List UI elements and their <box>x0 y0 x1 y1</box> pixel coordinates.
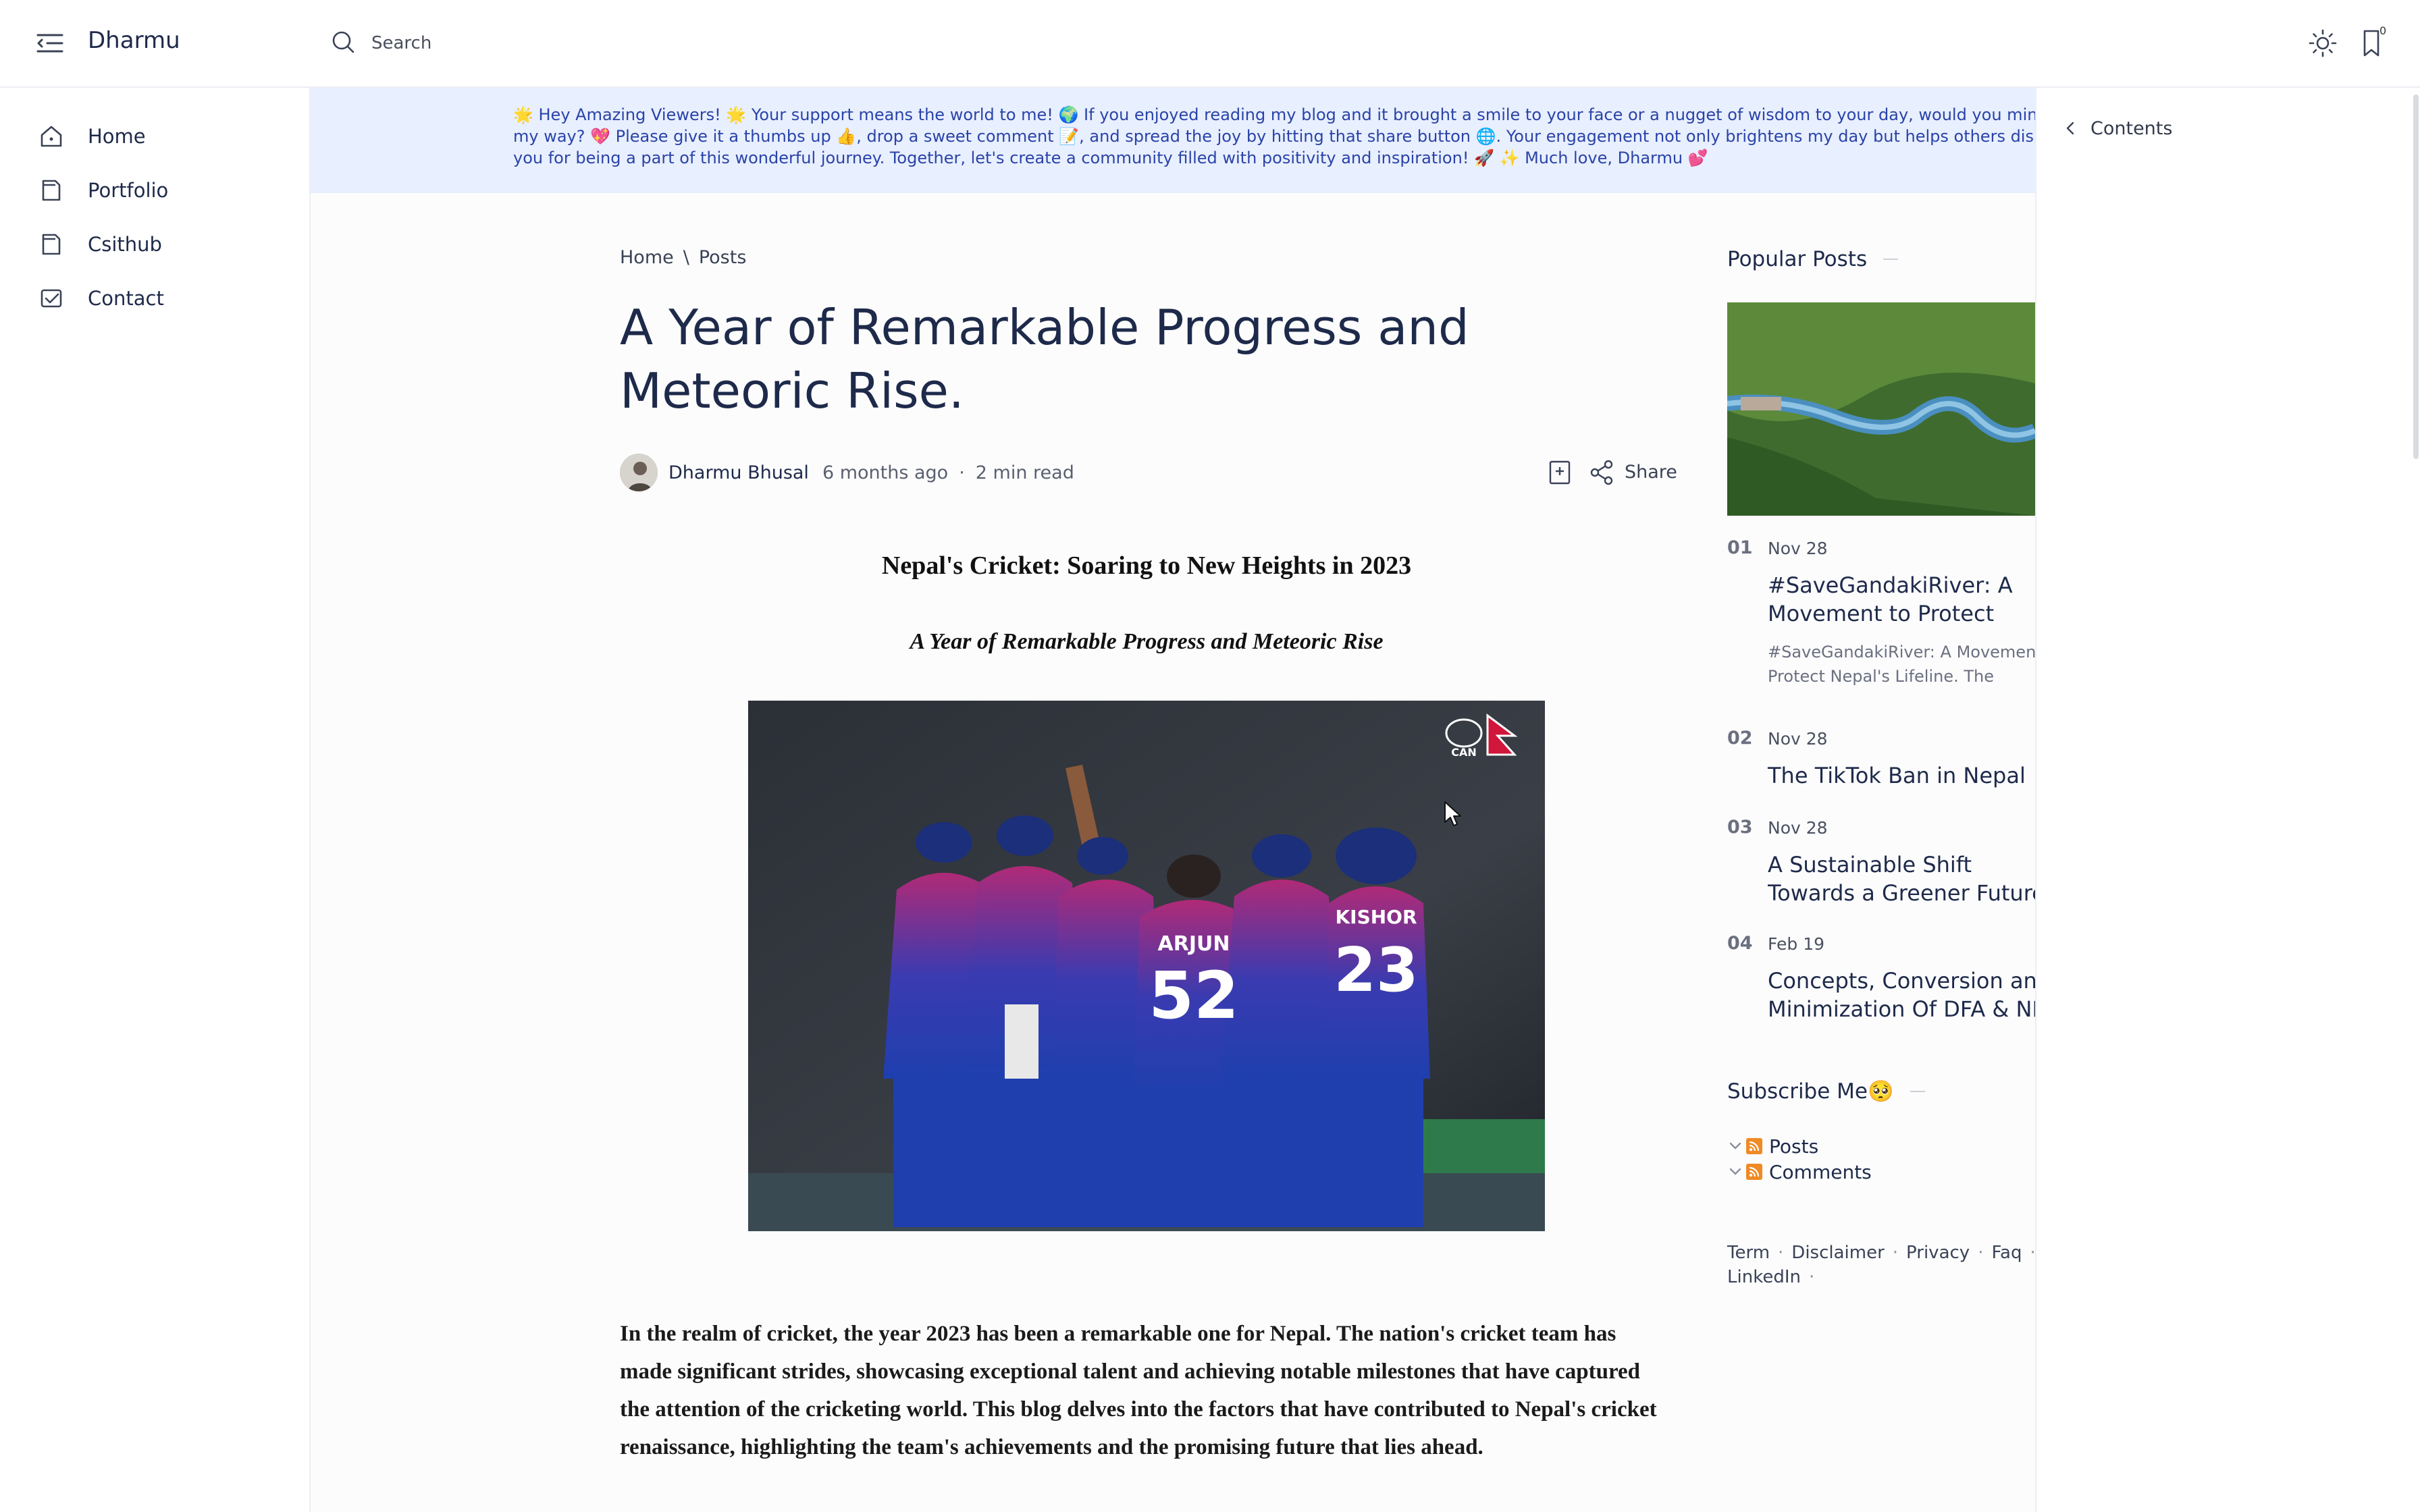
jersey-number-23: 23 <box>1334 935 1418 1006</box>
popular-post-item[interactable]: 01 Nov 28 #SaveGandakiRiver: A Movement … <box>1727 537 2035 706</box>
chevron-down-icon <box>1729 1168 1741 1175</box>
post-title-link[interactable]: Concepts, Conversion and Minimization Of… <box>1768 967 2035 1027</box>
theme-toggle-sun-icon[interactable] <box>2308 28 2338 58</box>
contact-icon <box>41 289 62 308</box>
mouse-cursor-icon <box>1444 801 1463 828</box>
subscribe-heading: Subscribe Me🥺 <box>1727 1079 1925 1104</box>
content-subheading: A Year of Remarkable Progress and Meteor… <box>910 629 1384 654</box>
sidebar-item-contact[interactable]: Contact <box>38 278 294 319</box>
footer-link-privacy[interactable]: Privacy <box>1906 1243 1970 1263</box>
top-bar <box>0 0 2420 88</box>
chevron-down-icon <box>1729 1142 1741 1150</box>
popular-post-item[interactable]: 04 Feb 19 Concepts, Conversion and Minim… <box>1727 933 2035 1027</box>
bookmark-count-badge: 0 <box>2379 24 2387 37</box>
feed-label: Posts <box>1769 1135 1819 1158</box>
heading-divider <box>1910 1090 1925 1092</box>
post-rank: 04 <box>1727 933 1753 954</box>
jersey-number-52: 52 <box>1149 958 1239 1033</box>
post-rank: 02 <box>1727 728 1753 749</box>
breadcrumb-posts[interactable]: Posts <box>699 247 747 268</box>
csithub-icon <box>42 234 61 255</box>
jersey-name-arjun: ARJUN <box>1158 932 1230 956</box>
content-heading: Nepal's Cricket: Soaring to New Heights … <box>881 551 1412 580</box>
share-icon[interactable] <box>1588 458 1615 487</box>
chevron-left-icon <box>2066 122 2074 135</box>
portfolio-icon <box>42 180 61 201</box>
author-avatar[interactable] <box>620 454 658 491</box>
post-date: Nov 28 <box>1768 818 1828 838</box>
breadcrumb-separator: \ <box>683 247 689 268</box>
post-title-link[interactable]: The TikTok Ban in Nepal <box>1768 761 2035 790</box>
sidebar-item-home[interactable]: Home <box>38 116 294 157</box>
contents-panel <box>2035 88 2420 1512</box>
intro-paragraph: In the realm of cricket, the year 2023 h… <box>620 1322 1657 1459</box>
popular-posts-heading: Popular Posts <box>1727 247 1899 271</box>
contents-label: Contents <box>2090 117 2173 139</box>
banner-text: 🌟 Hey Amazing Viewers! 🌟 Your support me… <box>513 105 2035 167</box>
popular-posts-title: Popular Posts <box>1727 247 1868 271</box>
save-bookmark-icon[interactable] <box>1546 459 1573 486</box>
footer-links: Term · Disclaimer · Privacy · Faq · LinkedIn · <box>1727 1241 2036 1289</box>
breadcrumb-home[interactable]: Home <box>620 247 674 268</box>
post-date: Feb 19 <box>1768 934 1825 954</box>
breadcrumb: Home \ Posts <box>620 247 746 268</box>
menu-icon[interactable] <box>35 30 65 57</box>
post-rank: 03 <box>1727 817 1753 838</box>
footer-separator: · <box>2030 1243 2036 1263</box>
share-button[interactable]: Share <box>1625 462 1677 483</box>
popular-post-item[interactable]: 03 Nov 28 A Sustainable Shift Towards a … <box>1727 817 2035 911</box>
post-title-link[interactable]: #SaveGandakiRiver: A Movement to Protect… <box>1768 571 2035 632</box>
footer-link-term[interactable]: Term <box>1727 1243 1770 1263</box>
sidebar-item-label: Home <box>88 125 146 148</box>
post-meta: Dharmu Bhusal 6 months ago · 2 min read <box>620 454 1074 491</box>
footer-separator: · <box>1892 1243 1899 1263</box>
contents-toggle[interactable]: Contents <box>2061 113 2172 143</box>
sidebar-item-label: Portfolio <box>88 179 169 202</box>
subscribe-title: Subscribe Me🥺 <box>1727 1079 1894 1104</box>
scrollbar-thumb[interactable] <box>2413 94 2419 459</box>
hero-image-cricket-team: ARJUN 52 KISHOR 23 CAN <box>748 701 1545 1231</box>
footer-separator: · <box>1808 1267 1815 1287</box>
announcement-banner: 🌟 Hey Amazing Viewers! 🌟 Your support me… <box>311 88 2035 193</box>
jersey-name-kishor: KISHOR <box>1335 906 1417 928</box>
feed-comments[interactable]: Comments <box>1727 1160 1872 1184</box>
read-time: 2 min read <box>975 462 1074 483</box>
author-name[interactable]: Dharmu Bhusal <box>668 462 809 483</box>
post-title: A Year of Remarkable Progress and Meteor… <box>620 299 1469 419</box>
search-icon[interactable] <box>330 28 357 55</box>
left-sidebar: Home Portfolio Csithub Contact <box>0 88 311 1512</box>
post-rank: 01 <box>1727 537 1753 558</box>
site-title[interactable]: Dharmu <box>88 27 180 54</box>
feed-label: Comments <box>1769 1160 1872 1183</box>
post-excerpt: #SaveGandakiRiver: A Movement to Protect… <box>1768 643 2035 686</box>
post-date: Nov 28 <box>1768 539 1828 558</box>
sidebar-item-portfolio[interactable]: Portfolio <box>38 170 294 211</box>
heading-divider <box>1883 259 1899 260</box>
rss-icon <box>1746 1138 1762 1154</box>
feed-posts[interactable]: Posts <box>1727 1134 1818 1158</box>
home-icon <box>41 126 62 147</box>
search-input[interactable] <box>371 30 709 57</box>
footer-link-faq[interactable]: Faq <box>1991 1243 2022 1263</box>
meta-separator: · <box>959 462 965 483</box>
popular-post-item[interactable]: 02 Nov 28 The TikTok Ban in Nepal <box>1727 728 2035 802</box>
rss-icon <box>1746 1164 1762 1180</box>
sidebar-item-label: Contact <box>88 287 164 310</box>
can-logo-text: CAN <box>1451 746 1477 759</box>
sidebar-item-label: Csithub <box>88 233 162 256</box>
footer-link-disclaimer[interactable]: Disclaimer <box>1791 1243 1884 1263</box>
post-date: Nov 28 <box>1768 729 1828 749</box>
post-title-link[interactable]: A Sustainable Shift Towards a Greener Fu… <box>1768 850 2035 911</box>
sidebar-item-csithub[interactable]: Csithub <box>38 224 294 265</box>
popular-post-thumbnail[interactable] <box>1727 302 2035 516</box>
footer-separator: · <box>1978 1243 1984 1263</box>
footer-separator: · <box>1778 1243 1784 1263</box>
footer-link-linkedin[interactable]: LinkedIn <box>1727 1267 1801 1287</box>
post-date: 6 months ago <box>822 462 949 483</box>
